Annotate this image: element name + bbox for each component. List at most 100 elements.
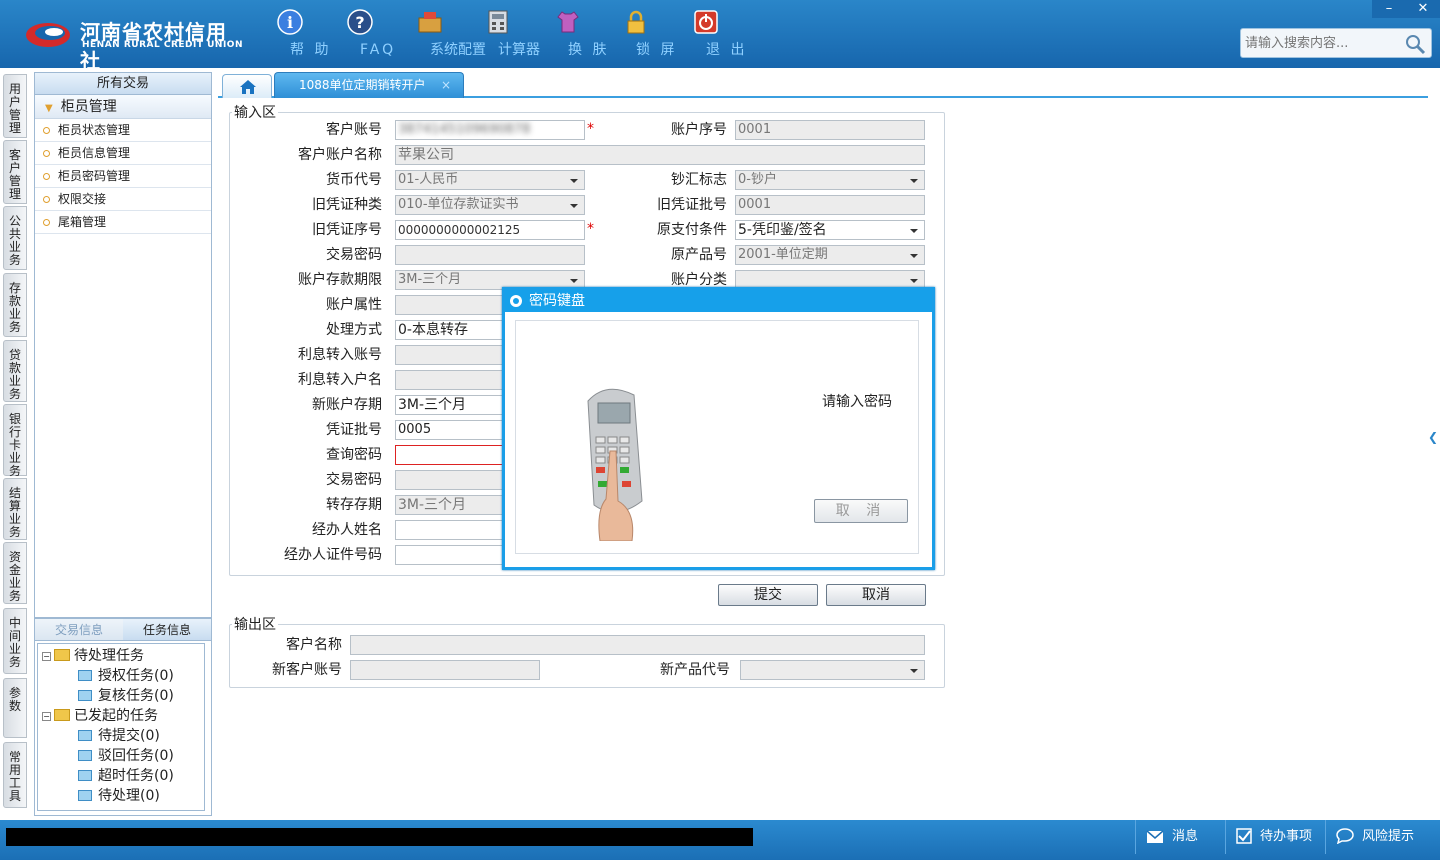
dialog-cancel-button[interactable]: 取 消 (814, 499, 908, 523)
module-tab-intermediary[interactable]: 中间业务 (3, 608, 27, 674)
collapse-right-icon[interactable]: ❮ (1428, 430, 1440, 460)
label-interest-account: 利息转入账号 (298, 347, 382, 363)
task-panel: 交易信息 任务信息 − 待处理任务 授权任务(0) 复核任务(0) − 已发起的任务… (34, 618, 212, 816)
close-window-button[interactable]: ✕ (1406, 0, 1440, 18)
dialog-title-bar: 密码键盘 (505, 290, 932, 312)
label-account-attr: 账户属性 (326, 297, 382, 313)
collapse-icon[interactable]: − (42, 652, 51, 661)
module-tab-fund[interactable]: 资金业务 (3, 542, 27, 604)
collapse-icon[interactable]: − (42, 712, 51, 721)
search-box (1240, 28, 1432, 58)
module-tab-settlement[interactable]: 结算业务 (3, 478, 27, 540)
module-tab-public[interactable]: 公共业务 (3, 206, 27, 270)
old-voucher-seq-field[interactable]: 0000000000002125 (395, 220, 585, 240)
tree-node-authorize[interactable]: 授权任务(0) (78, 666, 174, 686)
trade-password-2-field[interactable] (395, 470, 505, 490)
sidebar-group-teller[interactable]: ▼ 柜员管理 (35, 95, 211, 119)
toolbar-skin-button[interactable]: 换 肤 (538, 8, 606, 62)
account-name-field[interactable]: 苹果公司 (395, 145, 925, 165)
sidebar-item-teller-status[interactable]: 柜员状态管理 (35, 119, 211, 142)
tree-node-to-process[interactable]: 待处理(0) (78, 786, 160, 806)
messages-button[interactable]: 消息 (1135, 820, 1225, 854)
close-tab-icon[interactable]: × (441, 73, 451, 97)
toolbar-help-button[interactable]: i 帮 助 (260, 8, 328, 62)
toolbar-lock-button[interactable]: 锁 屏 (606, 8, 674, 62)
power-icon (694, 10, 718, 34)
tree-node-rejected[interactable]: 驳回任务(0) (78, 746, 174, 766)
minimize-button[interactable]: – (1372, 0, 1406, 18)
orig-product-select[interactable]: 2001-单位定期 (735, 245, 925, 265)
module-tab-user[interactable]: 用户管理 (3, 74, 27, 138)
old-voucher-batch-field[interactable]: 0001 (735, 195, 925, 215)
rollover-term-select[interactable]: 3M-三个月 (395, 495, 505, 515)
new-product-select[interactable] (740, 660, 925, 680)
top-bar: 河南省农村信用社 HENAN RURAL CREDIT UNION i 帮 助 … (0, 0, 1440, 73)
search-icon[interactable] (1403, 32, 1427, 56)
interest-name-field[interactable] (395, 370, 505, 390)
toolbar-calculator-button[interactable]: 计算器 (468, 8, 540, 62)
sidebar-item-teller-info[interactable]: 柜员信息管理 (35, 142, 211, 165)
handling-select[interactable]: 0-本息转存 (395, 320, 505, 340)
task-tree: − 待处理任务 授权任务(0) 复核任务(0) − 已发起的任务 待提交(0) 驳回… (37, 643, 205, 811)
toolbar-faq-button[interactable]: ? FAQ (330, 8, 393, 62)
task-icon (78, 690, 92, 701)
agent-name-field[interactable] (395, 520, 505, 540)
new-account-field[interactable] (350, 660, 540, 680)
module-tab-card[interactable]: 银行卡业务 (3, 404, 27, 478)
tree-node-initiated[interactable]: − 已发起的任务 (42, 706, 158, 726)
tab-transaction-info[interactable]: 交易信息 (35, 619, 123, 640)
interest-account-field[interactable] (395, 345, 505, 365)
tree-node-timeout[interactable]: 超时任务(0) (78, 766, 174, 786)
toolbar-config-button[interactable]: 系统配置 (400, 8, 486, 62)
module-tab-customer[interactable]: 客户管理 (3, 140, 27, 204)
sidebar-item-teller-password[interactable]: 柜员密码管理 (35, 165, 211, 188)
sidebar-item-handover[interactable]: 权限交接 (35, 188, 211, 211)
module-tab-deposit[interactable]: 存款业务 (3, 273, 27, 337)
pin-pad-device-icon (587, 388, 643, 541)
trade-password-field[interactable] (395, 245, 585, 265)
label-orig-pay-cond: 原支付条件 (657, 222, 727, 238)
voucher-batch-field[interactable]: 0005 (395, 420, 505, 440)
tree-node-review[interactable]: 复核任务(0) (78, 686, 174, 706)
tree-node-pending[interactable]: − 待处理任务 (42, 646, 144, 666)
toolbar-exit-button[interactable]: 退 出 (676, 8, 744, 62)
account-seq-field[interactable]: 0001 (735, 120, 925, 140)
cancel-button[interactable]: 取消 (826, 584, 926, 606)
tab-home[interactable] (222, 74, 272, 98)
label-rollover-term: 转存存期 (326, 497, 382, 513)
submit-button[interactable]: 提交 (718, 584, 818, 606)
old-voucher-type-select[interactable]: 010-单位存款证实书 (395, 195, 585, 215)
customer-account-field[interactable]: 3874145109690878 (395, 120, 585, 140)
agent-id-field[interactable] (395, 545, 505, 565)
checkbox-icon (1236, 828, 1252, 844)
risk-alert-button[interactable]: 风险提示 (1325, 820, 1440, 854)
folder-icon (54, 649, 70, 661)
tab-task-info[interactable]: 任务信息 (123, 619, 211, 640)
lock-icon (627, 10, 645, 34)
tree-label: 待处理任务 (74, 648, 144, 664)
customer-account-value: 3874145109690878 (398, 122, 531, 137)
sidebar-item-cashbox[interactable]: 尾箱管理 (35, 211, 211, 234)
module-tab-params[interactable]: 参数 (3, 678, 27, 738)
label-voucher-batch: 凭证批号 (326, 422, 382, 438)
task-icon (78, 770, 92, 781)
new-term-select[interactable]: 3M-三个月 (395, 395, 505, 415)
module-tab-loan[interactable]: 贷款业务 (3, 340, 27, 402)
cash-flag-select[interactable]: 0-钞户 (735, 170, 925, 190)
toolbar-label: 退 出 (706, 42, 748, 58)
todo-button[interactable]: 待办事项 (1225, 820, 1325, 854)
customer-name-field[interactable] (350, 635, 925, 655)
tree-label: 超时任务(0) (98, 768, 174, 784)
orig-pay-cond-select[interactable]: 5-凭印鉴/签名 (735, 220, 925, 240)
search-input[interactable] (1241, 29, 1401, 57)
label-new-product: 新产品代号 (660, 662, 730, 678)
tree-label: 已发起的任务 (74, 708, 158, 724)
tree-node-to-submit[interactable]: 待提交(0) (78, 726, 160, 746)
tab-transaction-1088[interactable]: 1088单位定期销转开户 × (274, 72, 464, 98)
module-tab-tools[interactable]: 常用工具 (3, 742, 27, 808)
currency-select[interactable]: 01-人民币 (395, 170, 585, 190)
label-old-voucher-type: 旧凭证种类 (312, 197, 382, 213)
sidebar-item-label: 柜员密码管理 (58, 169, 131, 183)
query-password-field[interactable] (395, 445, 505, 465)
account-attr-field[interactable] (395, 295, 505, 315)
